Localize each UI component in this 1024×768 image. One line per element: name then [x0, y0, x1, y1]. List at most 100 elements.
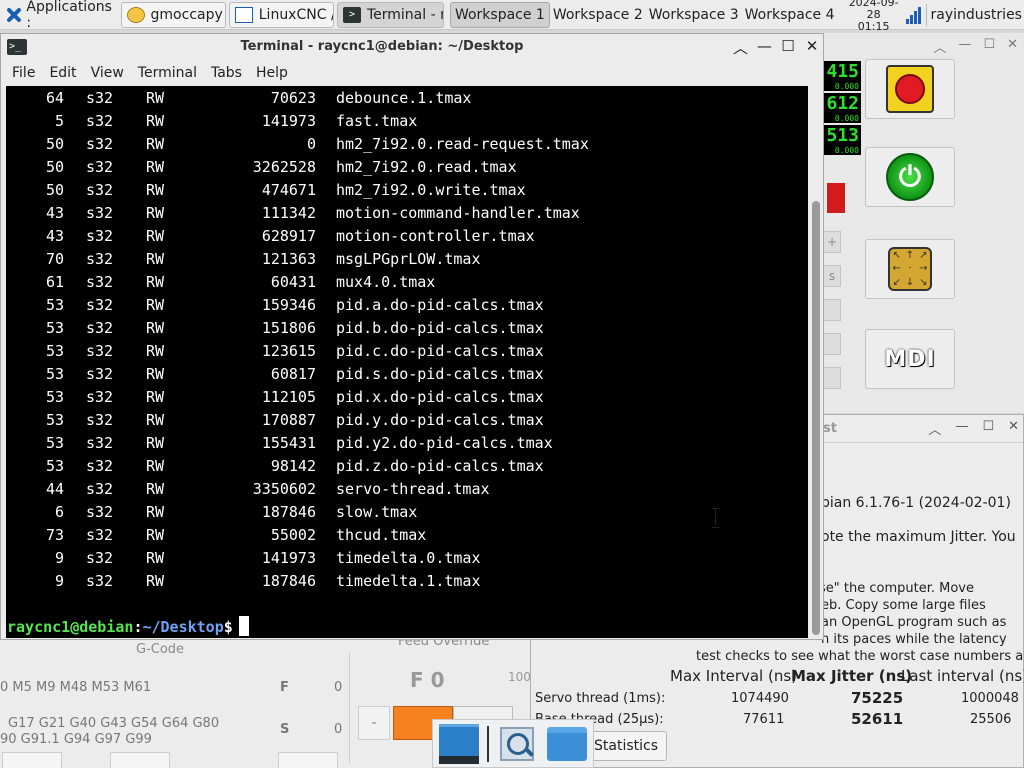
show-desktop-button[interactable]	[437, 722, 481, 766]
table-row: 53 s32 RW 112105 pid.x.do-pid-calcs.tmax	[6, 386, 806, 409]
app-finder-button[interactable]	[495, 722, 539, 766]
cell-type: s32	[86, 503, 114, 521]
maximize-icon[interactable]: ☐	[781, 37, 795, 58]
cell-value: 155431	[261, 434, 316, 452]
cell-owner: 44	[45, 480, 64, 498]
network-signal-icon[interactable]	[905, 6, 922, 24]
gcode-title: G-Code	[136, 642, 185, 657]
side-button-4[interactable]	[823, 333, 841, 355]
cell-type: s32	[86, 158, 114, 176]
cell-dir: RW	[146, 549, 165, 567]
task-linuxcnc[interactable]: LinuxCNC / ...	[228, 1, 334, 28]
cell-owner: 50	[45, 158, 64, 176]
table-row: 53 s32 RW 60817 pid.s.do-pid-calcs.tmax	[6, 363, 806, 386]
menu-help[interactable]: Help	[249, 65, 295, 81]
terminal-output[interactable]: 64 s32 RW 70623 debounce.1.tmax 5 s32 RW 141973 f…	[6, 86, 808, 638]
workspace-2[interactable]: Workspace 2	[550, 2, 646, 28]
terminal-titlebar[interactable]: >_ Terminal - raycnc1@debian: ~/Desktop …	[1, 34, 823, 61]
bottom-tool-button-2[interactable]	[110, 752, 170, 768]
minimize-icon[interactable]: —	[955, 419, 968, 438]
xfce-logo-icon	[4, 5, 22, 25]
cell-type: s32	[86, 572, 114, 590]
applications-menu[interactable]: Applications :	[0, 0, 118, 31]
search-icon	[500, 726, 534, 761]
menu-file[interactable]: File	[5, 65, 42, 81]
instructions-line1: se" the computer. Move	[819, 581, 974, 596]
maximize-icon[interactable]: ☐	[983, 37, 995, 56]
cell-name: mux4.0.tmax	[336, 273, 436, 291]
terminal-scrollbar[interactable]	[809, 86, 823, 638]
cell-name: pid.c.do-pid-calcs.tmax	[336, 342, 544, 360]
col-max-jitter: Max Jitter (ns)	[791, 667, 913, 685]
menu-edit[interactable]: Edit	[42, 65, 83, 81]
clock[interactable]: 2024-09-28 01:15	[846, 0, 902, 33]
close-icon[interactable]: ✕	[805, 37, 819, 58]
cell-owner: 9	[54, 549, 64, 567]
file-manager-button[interactable]	[545, 722, 589, 766]
cell-name: hm2_7i92.0.write.tmax	[336, 181, 526, 199]
side-button-5[interactable]	[823, 367, 841, 389]
feed-minus-button[interactable]: -	[358, 706, 390, 740]
task-gmoccapy[interactable]: gmoccapy f...	[120, 1, 226, 28]
cell-name: pid.z.do-pid-calcs.tmax	[336, 457, 544, 475]
cell-name: debounce.1.tmax	[336, 89, 472, 107]
side-plus-button[interactable]: +	[823, 231, 841, 253]
cell-value: 187846	[261, 503, 316, 521]
cell-dir: RW	[146, 411, 165, 429]
mdi-mode-button[interactable]: MDI	[865, 329, 955, 389]
applications-label: Applications :	[26, 0, 112, 31]
workspace-3[interactable]: Workspace 3	[646, 2, 742, 28]
table-row: 53 s32 RW 159346 pid.a.do-pid-calcs.tmax	[6, 294, 806, 317]
cell-owner: 50	[45, 135, 64, 153]
cell-type: s32	[86, 480, 114, 498]
cell-value: 98142	[270, 457, 316, 475]
user-menu[interactable]: rayindustries	[931, 7, 1022, 23]
cell-dir: RW	[146, 572, 165, 590]
cell-owner: 43	[45, 204, 64, 222]
menu-terminal[interactable]: Terminal	[131, 65, 204, 81]
table-row: 61 s32 RW 60431 mux4.0.tmax	[6, 271, 806, 294]
cell-dir: RW	[146, 89, 165, 107]
feed-display: F 0	[410, 668, 445, 692]
feed-percent: 100	[508, 670, 531, 684]
table-row: 9 s32 RW 187846 timedelta.1.tmax	[6, 570, 806, 593]
cell-dir: RW	[146, 181, 165, 199]
close-icon[interactable]: ✕	[1008, 419, 1019, 438]
cell-owner: 73	[45, 526, 64, 544]
minimize-icon[interactable]: —	[958, 37, 971, 56]
terminal-window: >_ Terminal - raycnc1@debian: ~/Desktop …	[0, 33, 824, 640]
bottom-tool-button-1[interactable]	[2, 752, 62, 768]
chevron-up-icon[interactable]: ︿	[933, 37, 946, 56]
bottom-tool-button-3[interactable]	[278, 752, 338, 768]
task-label: LinuxCNC / ...	[258, 6, 333, 23]
workspace-4[interactable]: Workspace 4	[742, 2, 838, 28]
cell-owner: 9	[54, 572, 64, 590]
jog-mode-button[interactable]: ↖ ↑ ↗ ← · → ↙ ↓ ↘	[865, 239, 955, 299]
maximize-icon[interactable]: ☐	[982, 419, 994, 438]
cell-value: 123615	[261, 342, 316, 360]
clock-date: 2024-09-28	[848, 0, 899, 21]
side-button-3[interactable]	[823, 299, 841, 321]
shell-prompt[interactable]: raycnc1@debian:~/Desktop$	[7, 616, 249, 638]
cell-value: 159346	[261, 296, 316, 314]
menu-tabs[interactable]: Tabs	[204, 65, 249, 81]
workspace-1[interactable]: Workspace 1	[449, 1, 550, 28]
close-icon[interactable]: ✕	[1007, 37, 1018, 56]
table-row: 5 s32 RW 141973 fast.tmax	[6, 110, 806, 133]
cell-name: thcud.tmax	[336, 526, 427, 544]
chevron-up-icon[interactable]: ︿	[733, 37, 748, 58]
side-s-button[interactable]: s	[823, 265, 841, 287]
menu-view[interactable]: View	[84, 65, 131, 81]
tool-icon[interactable]	[827, 183, 845, 213]
active-gcodes-line2: 90 G91.1 G94 G97 G99	[0, 732, 152, 747]
active-mcodes: 0 M5 M9 M48 M53 M61	[0, 680, 152, 695]
task-terminal[interactable]: > Terminal - r...	[336, 1, 444, 28]
estop-button[interactable]	[865, 59, 955, 119]
machine-power-button[interactable]: ⏻	[865, 147, 955, 207]
chevron-up-icon[interactable]: ︿	[928, 419, 941, 438]
minimize-icon[interactable]: —	[757, 37, 772, 58]
cell-owner: 64	[45, 89, 64, 107]
cell-value: 3262528	[252, 158, 316, 176]
table-row: 50 s32 RW 474671 hm2_7i92.0.write.tmax	[6, 179, 806, 202]
scrollbar-thumb[interactable]	[812, 201, 820, 635]
